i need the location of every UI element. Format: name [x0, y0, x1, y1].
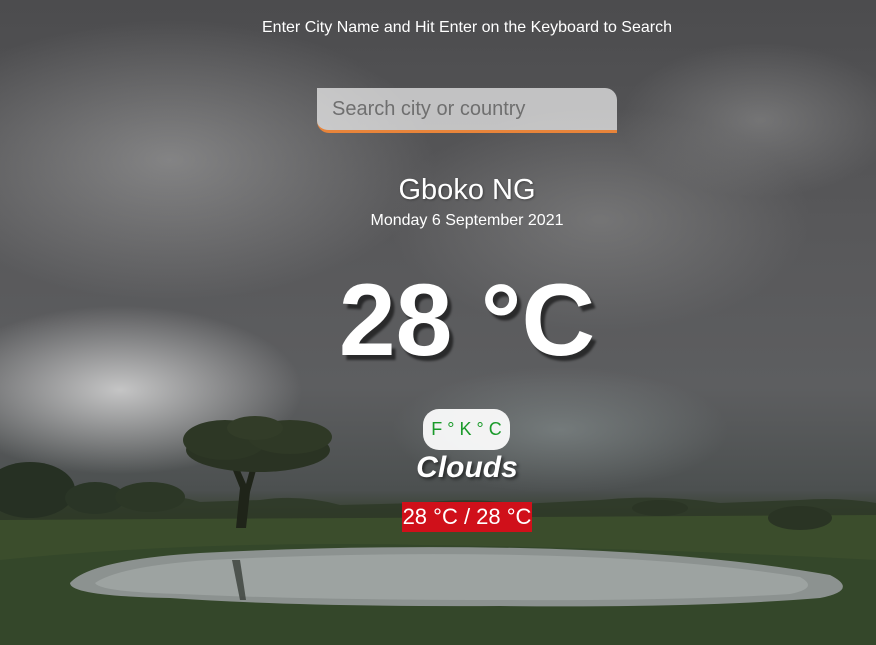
current-date: Monday 6 September 2021 — [370, 212, 564, 229]
hilo-temperature: 28 °C / 28 °C — [401, 502, 533, 532]
search-box — [317, 88, 617, 133]
search-instruction: Enter City Name and Hit Enter on the Key… — [262, 19, 672, 36]
location-name: Gboko NG — [398, 174, 536, 206]
unit-switcher: F ° K ° C — [423, 409, 510, 450]
unit-celsius-button[interactable]: C — [489, 419, 502, 440]
unit-fahrenheit-button[interactable]: F ° — [431, 419, 454, 440]
unit-kelvin-button[interactable]: K ° — [459, 419, 483, 440]
search-input[interactable] — [317, 88, 617, 133]
hilo-container: 28 °C / 28 °C — [57, 502, 876, 532]
weather-condition: Clouds — [416, 451, 518, 484]
temperature-display: 28 °C — [338, 263, 596, 377]
